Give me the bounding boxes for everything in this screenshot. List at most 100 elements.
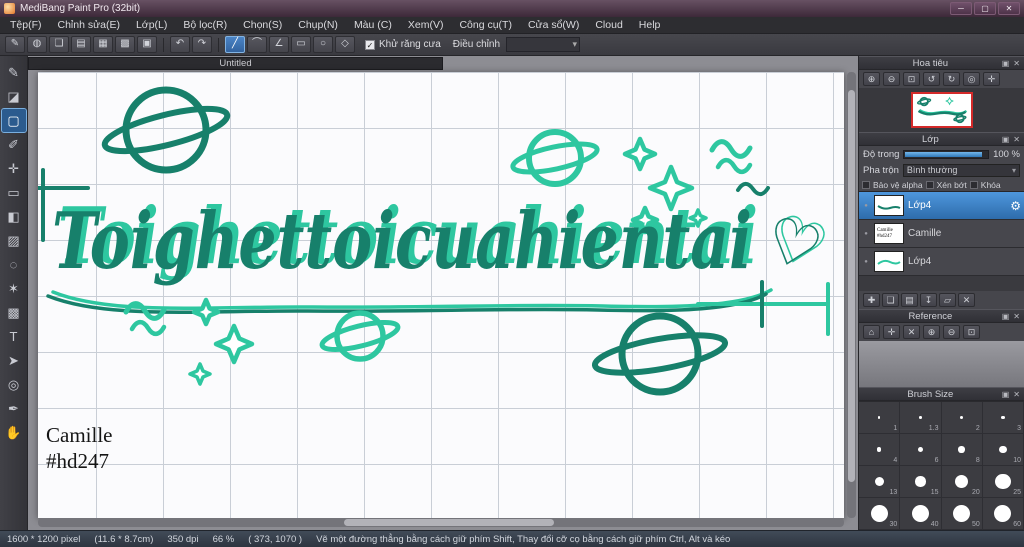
menu-color[interactable]: Màu (C) [346,19,400,31]
add-layer-button[interactable]: ✚ [863,293,880,307]
antialias-checkbox-group[interactable]: ✓ Khử răng cưa [365,39,441,50]
close-icon[interactable]: ✕ [1013,135,1020,144]
adjust-dropdown[interactable]: ▾ [506,37,581,52]
export-button[interactable]: ◍ [27,36,47,53]
brush-size-cell[interactable]: 8 [941,434,983,466]
layer-row[interactable]: ● Lớp4 [859,248,1024,276]
brush-size-cell[interactable]: 1 [859,402,901,434]
close-button[interactable]: ✕ [998,2,1020,15]
close-icon[interactable]: ✕ [1013,59,1020,68]
duplicate-layer-button[interactable]: ❏ [882,293,899,307]
dock-icon[interactable]: ▣ [1002,135,1010,144]
brush-size-cell[interactable]: 50 [941,498,983,530]
material-button[interactable]: ▣ [137,36,157,53]
minimize-button[interactable]: ─ [950,2,972,15]
clipping-checkbox[interactable] [925,180,934,189]
bucket-tool[interactable]: ◧ [2,205,26,228]
brush-size-panel-header[interactable]: Brush Size ▣ ✕ [859,387,1024,401]
navigator-panel-header[interactable]: Hoa tiêu ▣ ✕ [859,56,1024,70]
menu-help[interactable]: Help [631,19,669,31]
menu-select[interactable]: Chọn(S) [235,19,290,31]
vertical-scroll-thumb[interactable] [848,89,855,483]
layer-row[interactable]: ● Lớp4 ⚙ [859,192,1024,220]
reference-home-button[interactable]: ⌂ [863,325,880,339]
canvas[interactable]: Toighettoicuahientai Toighettoicuahienta… [38,72,844,518]
line-shape-button[interactable]: ╱ [225,36,245,53]
brush-size-cell[interactable]: 30 [859,498,901,530]
pattern-tool[interactable]: ▩ [2,301,26,324]
zoom-tool[interactable]: ◎ [2,373,26,396]
close-icon[interactable]: ✕ [1013,390,1020,399]
layers-panel-header[interactable]: Lớp ▣ ✕ [859,132,1024,146]
opacity-slider[interactable] [903,149,990,159]
eraser-tool[interactable]: ◪ [2,85,26,108]
menu-view[interactable]: Xem(V) [400,19,452,31]
lock-checkbox[interactable] [969,180,978,189]
dock-icon[interactable]: ▣ [1002,59,1010,68]
brush-size-cell[interactable]: 10 [982,434,1024,466]
text-tool[interactable]: T [2,325,26,348]
document-tab[interactable]: Untitled [28,57,443,70]
menu-capture[interactable]: Chụp(N) [290,19,346,31]
reference-clear-button[interactable]: ✕ [903,325,920,339]
polygon-shape-button[interactable]: ◇ [335,36,355,53]
menu-layer[interactable]: Lớp(L) [128,19,175,31]
move-layer-down-button[interactable]: ↧ [920,293,937,307]
menu-cloud[interactable]: Cloud [587,19,630,31]
brush-tool[interactable]: ✎ [2,61,26,84]
gradient-tool[interactable]: ▨ [2,229,26,252]
layer-folder-button[interactable]: ▱ [939,293,956,307]
menu-tools[interactable]: Công cụ(T) [451,19,520,31]
layer-row[interactable]: ● Camille #hd247 Camille [859,220,1024,248]
menu-file[interactable]: Tệp(F) [2,19,50,31]
crosshair-button[interactable]: ✛ [983,72,1000,86]
reference-zoom-fit-button[interactable]: ⊡ [963,325,980,339]
title-bar[interactable]: MediBang Paint Pro (32bit) ─ ▢ ✕ [0,0,1024,17]
rotate-cw-button[interactable]: ↻ [943,72,960,86]
menu-filter[interactable]: Bộ lọc(R) [175,19,235,31]
vertical-scrollbar[interactable] [847,72,856,518]
horizontal-scrollbar[interactable] [38,518,844,527]
ellipse-shape-button[interactable]: ○ [313,36,333,53]
visibility-icon[interactable]: ● [862,203,870,209]
magic-wand-tool[interactable]: ✶ [2,277,26,300]
brush-size-cell[interactable]: 15 [900,466,942,498]
dock-icon[interactable]: ▣ [1002,390,1010,399]
shape-select-tool[interactable]: ▭ [2,181,26,204]
blend-dropdown[interactable]: Bình thường ▾ [902,163,1020,177]
select-rect-tool[interactable]: ▢ [0,108,27,133]
reference-pick-button[interactable]: ✛ [883,325,900,339]
reset-view-button[interactable]: ◎ [963,72,980,86]
reference-preview-area[interactable] [859,341,1024,387]
brush-size-cell[interactable]: 2 [941,402,983,434]
antialias-checkbox[interactable]: ✓ [365,39,375,50]
brush-size-cell[interactable]: 3 [982,402,1024,434]
menu-window[interactable]: Cửa sổ(W) [520,19,587,31]
pointer-tool[interactable]: ➤ [2,349,26,372]
comment-button[interactable]: ❏ [49,36,69,53]
rect-shape-button[interactable]: ▭ [291,36,311,53]
brush-size-cell[interactable]: 20 [941,466,983,498]
zoom-fit-button[interactable]: ⊡ [903,72,920,86]
redo-button[interactable]: ↷ [192,36,212,53]
palette-button[interactable]: ▤ [71,36,91,53]
horizontal-scroll-thumb[interactable] [344,519,554,526]
brush-panel-button[interactable]: ✎ [5,36,25,53]
zoom-out-button[interactable]: ⊖ [883,72,900,86]
hand-tool[interactable]: ✋ [2,421,26,444]
navigator-preview[interactable] [910,92,973,128]
reference-zoom-in-button[interactable]: ⊕ [923,325,940,339]
curve-shape-button[interactable]: ⌒ [247,36,267,53]
visibility-icon[interactable]: ● [862,231,870,237]
lasso-tool[interactable]: ◌ [2,253,26,276]
brush-size-cell[interactable]: 6 [900,434,942,466]
reference-zoom-out-button[interactable]: ⊖ [943,325,960,339]
gear-icon[interactable]: ⚙ [1010,199,1021,213]
reference-panel-header[interactable]: Reference ▣ ✕ [859,309,1024,323]
protect-alpha-checkbox[interactable] [862,180,870,189]
undo-button[interactable]: ↶ [170,36,190,53]
rotate-ccw-button[interactable]: ↺ [923,72,940,86]
brush-size-cell[interactable]: 25 [982,466,1024,498]
zoom-in-button[interactable]: ⊕ [863,72,880,86]
eyedropper-tool[interactable]: ✒ [2,397,26,420]
